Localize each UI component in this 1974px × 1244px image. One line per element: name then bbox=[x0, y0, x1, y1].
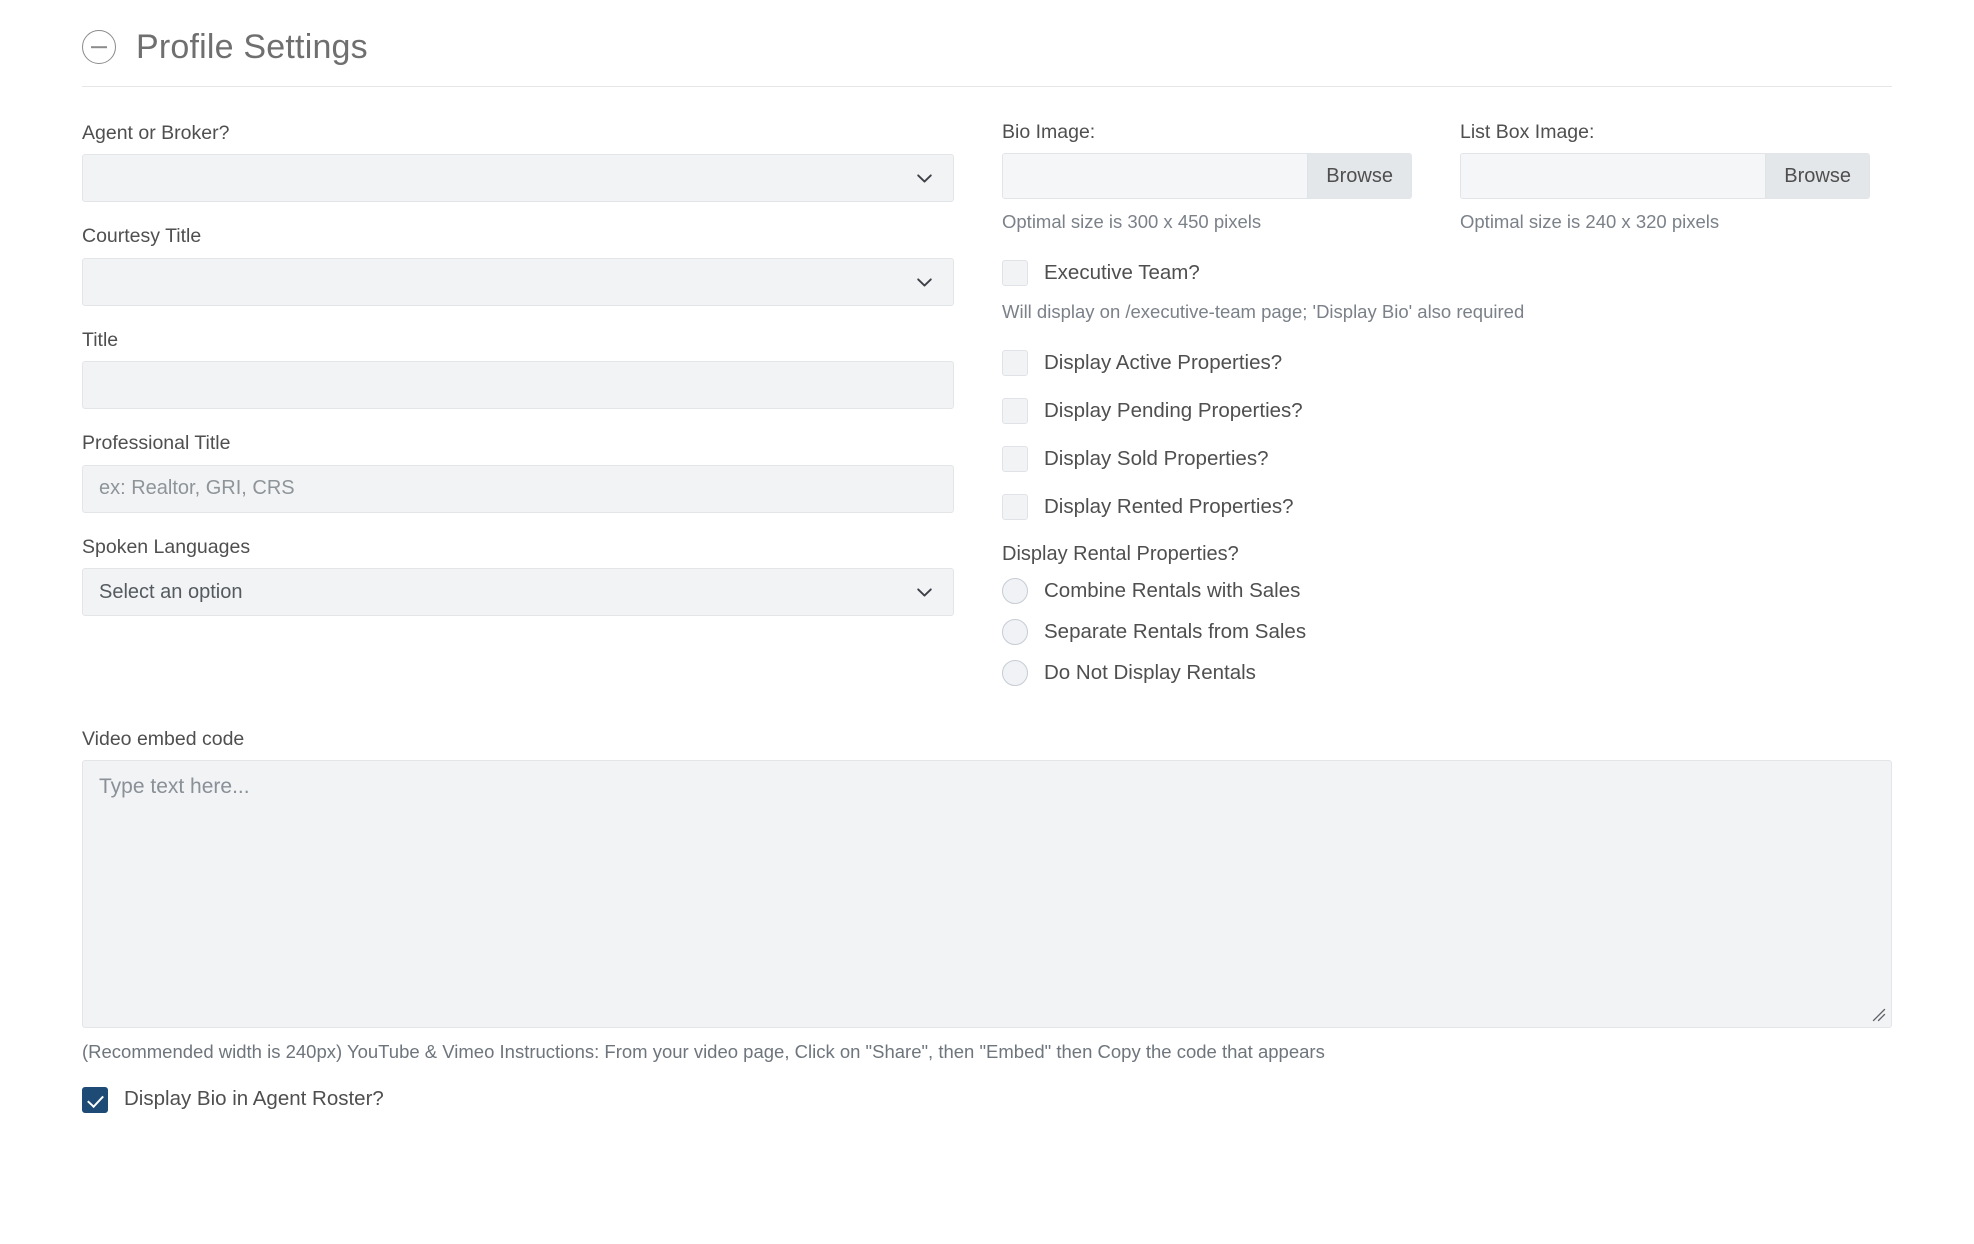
spoken-languages-value: Select an option bbox=[99, 581, 243, 604]
display-pending-properties-label[interactable]: Display Pending Properties? bbox=[1044, 399, 1303, 424]
professional-title-input[interactable] bbox=[82, 464, 954, 513]
executive-team-row: Executive Team? bbox=[1002, 260, 1892, 287]
executive-team-label[interactable]: Executive Team? bbox=[1044, 261, 1200, 286]
video-embed-code-hint: (Recommended width is 240px) YouTube & V… bbox=[82, 1041, 1325, 1063]
display-active-properties-label[interactable]: Display Active Properties? bbox=[1044, 351, 1282, 376]
agent-or-broker-select[interactable] bbox=[82, 154, 954, 203]
field-spoken-languages: Spoken Languages Select an option bbox=[82, 535, 954, 616]
list-box-image-browse-button[interactable]: Browse bbox=[1765, 154, 1869, 198]
radio-do-not-display-rentals-label[interactable]: Do Not Display Rentals bbox=[1044, 661, 1256, 686]
panel-header: Profile Settings bbox=[82, 0, 1892, 86]
display-sold-properties-row: Display Sold Properties? bbox=[1002, 446, 1892, 473]
field-title: Title bbox=[82, 328, 954, 410]
spoken-languages-label: Spoken Languages bbox=[82, 535, 251, 558]
video-embed-code-label: Video embed code bbox=[82, 728, 245, 751]
radio-separate-rentals-from-sales[interactable] bbox=[1002, 619, 1028, 646]
field-agent-or-broker: Agent or Broker? bbox=[82, 121, 954, 203]
radio-do-not-display-rentals[interactable] bbox=[1002, 660, 1028, 687]
bio-image-label: Bio Image: bbox=[1002, 121, 1096, 143]
title-input[interactable] bbox=[82, 361, 954, 410]
list-box-image-filename-input[interactable] bbox=[1461, 154, 1766, 198]
display-bio-in-agent-roster-label[interactable]: Display Bio in Agent Roster? bbox=[124, 1087, 384, 1112]
spoken-languages-select[interactable]: Select an option bbox=[82, 567, 954, 616]
courtesy-title-label: Courtesy Title bbox=[82, 225, 202, 248]
display-active-properties-row: Display Active Properties? bbox=[1002, 350, 1892, 377]
display-sold-properties-label[interactable]: Display Sold Properties? bbox=[1044, 447, 1268, 472]
radio-separate-rentals-from-sales-row: Separate Rentals from Sales bbox=[1002, 619, 1892, 646]
bio-image-filename-input[interactable] bbox=[1003, 154, 1308, 198]
display-bio-in-agent-roster-row: Display Bio in Agent Roster? bbox=[82, 1086, 1892, 1113]
courtesy-title-select-control[interactable] bbox=[82, 257, 954, 306]
executive-team-checkbox[interactable] bbox=[1002, 260, 1028, 287]
title-label: Title bbox=[82, 328, 119, 351]
left-column: Agent or Broker? Courtesy Title Title Pr… bbox=[82, 121, 954, 638]
video-embed-code-wrap bbox=[82, 760, 1892, 1029]
display-pending-properties-row: Display Pending Properties? bbox=[1002, 398, 1892, 425]
radio-do-not-display-rentals-row: Do Not Display Rentals bbox=[1002, 660, 1892, 687]
video-embed-code-textarea[interactable] bbox=[82, 760, 1892, 1029]
display-rented-properties-checkbox[interactable] bbox=[1002, 494, 1028, 521]
field-list-box-image: List Box Image: Browse Optimal size is 2… bbox=[1460, 121, 1870, 234]
circle-minus-icon[interactable] bbox=[82, 30, 116, 64]
bio-image-hint: Optimal size is 300 x 450 pixels bbox=[1002, 211, 1262, 232]
professional-title-label: Professional Title bbox=[82, 432, 231, 455]
display-rented-properties-row: Display Rented Properties? bbox=[1002, 494, 1892, 521]
field-courtesy-title: Courtesy Title bbox=[82, 224, 954, 306]
right-column: Bio Image: Browse Optimal size is 300 x … bbox=[1002, 121, 1892, 701]
page-title: Profile Settings bbox=[136, 28, 368, 66]
bio-image-file-control[interactable]: Browse bbox=[1002, 153, 1412, 199]
display-rented-properties-label[interactable]: Display Rented Properties? bbox=[1044, 495, 1294, 520]
radio-combine-rentals-with-sales[interactable] bbox=[1002, 578, 1028, 605]
header-divider bbox=[82, 86, 1892, 87]
list-box-image-file-control[interactable]: Browse bbox=[1460, 153, 1870, 199]
field-bio-image: Bio Image: Browse Optimal size is 300 x … bbox=[1002, 121, 1412, 234]
display-rental-properties-label: Display Rental Properties? bbox=[1002, 543, 1239, 566]
radio-combine-rentals-with-sales-row: Combine Rentals with Sales bbox=[1002, 578, 1892, 605]
field-professional-title: Professional Title bbox=[82, 431, 954, 513]
bio-image-browse-button[interactable]: Browse bbox=[1307, 154, 1411, 198]
radio-combine-rentals-with-sales-label[interactable]: Combine Rentals with Sales bbox=[1044, 579, 1300, 604]
image-upload-row: Bio Image: Browse Optimal size is 300 x … bbox=[1002, 121, 1892, 234]
courtesy-title-select[interactable] bbox=[82, 257, 954, 306]
field-video-embed-code: Video embed code (Recommended width is 2… bbox=[82, 727, 1892, 1064]
spoken-languages-select-control[interactable]: Select an option bbox=[82, 567, 954, 616]
display-pending-properties-checkbox[interactable] bbox=[1002, 398, 1028, 425]
radio-separate-rentals-from-sales-label[interactable]: Separate Rentals from Sales bbox=[1044, 620, 1306, 645]
executive-team-hint: Will display on /executive-team page; 'D… bbox=[1002, 301, 1525, 323]
display-bio-in-agent-roster-checkbox[interactable] bbox=[82, 1086, 108, 1113]
list-box-image-label: List Box Image: bbox=[1460, 121, 1595, 143]
agent-or-broker-label: Agent or Broker? bbox=[82, 122, 230, 144]
list-box-image-hint: Optimal size is 240 x 320 pixels bbox=[1460, 211, 1720, 232]
display-active-properties-checkbox[interactable] bbox=[1002, 350, 1028, 377]
profile-settings-page: Profile Settings Agent or Broker? Courte… bbox=[0, 0, 1974, 1244]
agent-or-broker-select-control[interactable] bbox=[82, 154, 954, 203]
display-sold-properties-checkbox[interactable] bbox=[1002, 446, 1028, 473]
form-columns: Agent or Broker? Courtesy Title Title Pr… bbox=[82, 121, 1892, 701]
